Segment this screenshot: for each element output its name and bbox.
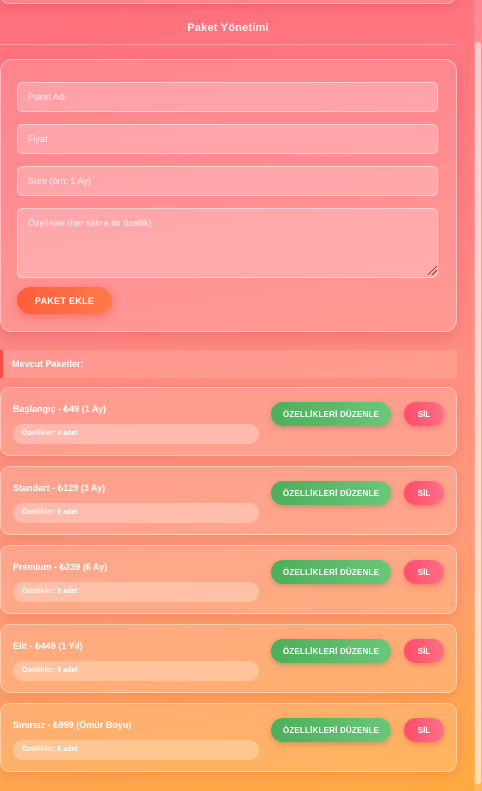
delete-package-button[interactable]: SİL	[404, 718, 444, 742]
section-title: Paket Yönetimi	[187, 22, 269, 34]
page-scrollbar[interactable]	[474, 0, 482, 791]
package-title: Sınırsız - ₺999 (Ömür Boyu)	[13, 720, 132, 730]
delete-package-button[interactable]: SİL	[404, 402, 444, 426]
add-package-button[interactable]: PAKET EKLE	[17, 287, 112, 314]
scrollbar-thumb[interactable]	[475, 42, 481, 784]
package-features-badge: Özellikler: 5 adet	[13, 582, 259, 602]
title-divider	[0, 44, 456, 45]
previous-card-edge	[0, 0, 456, 4]
package-card: Standart - ₺129 (3 Ay) Özellikler: 5 ade…	[0, 466, 457, 535]
edit-features-button[interactable]: ÖZELLİKLERİ DÜZENLE	[271, 718, 391, 742]
package-price-input[interactable]	[17, 124, 438, 154]
package-title: Başlangıç - ₺49 (1 Ay)	[13, 404, 107, 414]
package-duration-input[interactable]	[17, 166, 438, 196]
delete-package-button[interactable]: SİL	[404, 560, 444, 584]
package-card: Başlangıç - ₺49 (1 Ay) Özellikler: 4 ade…	[0, 387, 457, 456]
package-list-header: Mevcut Paketler:	[0, 350, 457, 378]
package-features-textarea[interactable]	[17, 208, 438, 278]
package-card: Sınırsız - ₺999 (Ömür Boyu) Özellikler: …	[0, 703, 457, 772]
package-card: Premium - ₺239 (6 Ay) Özellikler: 5 adet…	[0, 545, 457, 614]
package-features-badge: Özellikler: 5 adet	[13, 661, 259, 681]
edit-features-button[interactable]: ÖZELLİKLERİ DÜZENLE	[271, 560, 391, 584]
edit-features-button[interactable]: ÖZELLİKLERİ DÜZENLE	[271, 639, 391, 663]
package-features-badge: Özellikler: 4 adet	[13, 424, 259, 444]
delete-package-button[interactable]: SİL	[404, 481, 444, 505]
package-title: Elit - ₺449 (1 Yıl)	[13, 641, 83, 651]
package-features-badge: Özellikler: 6 adet	[13, 740, 259, 760]
delete-package-button[interactable]: SİL	[404, 639, 444, 663]
package-features-badge: Özellikler: 5 adet	[13, 503, 259, 523]
package-title: Premium - ₺239 (6 Ay)	[13, 562, 108, 572]
edit-features-button[interactable]: ÖZELLİKLERİ DÜZENLE	[271, 481, 391, 505]
edit-features-button[interactable]: ÖZELLİKLERİ DÜZENLE	[271, 402, 391, 426]
textarea-resize-handle[interactable]	[428, 266, 437, 275]
package-card: Elit - ₺449 (1 Yıl) Özellikler: 5 adet Ö…	[0, 624, 457, 693]
package-name-input[interactable]	[17, 82, 438, 112]
package-title: Standart - ₺129 (3 Ay)	[13, 483, 106, 493]
